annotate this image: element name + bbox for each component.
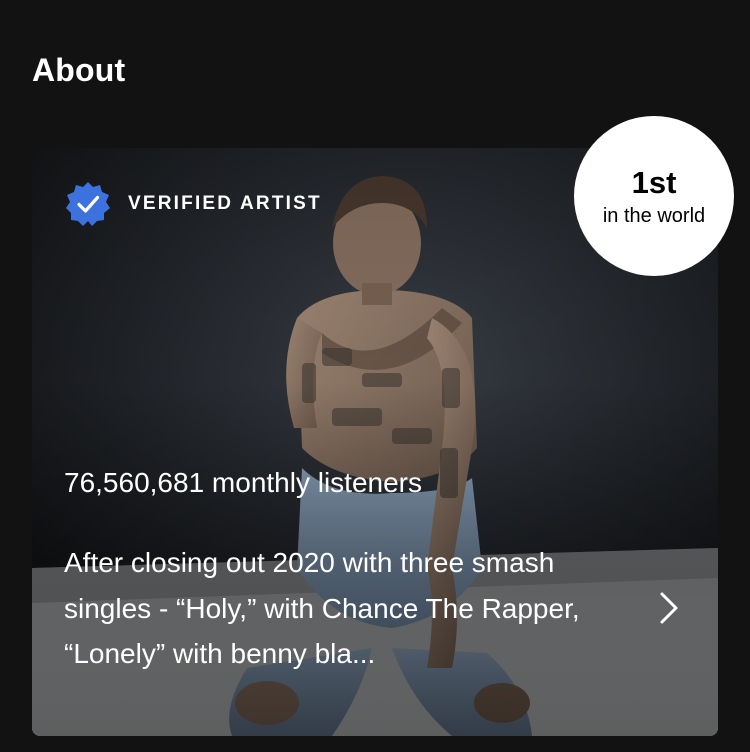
verified-artist-row: VERIFIED ARTIST: [64, 180, 322, 228]
verified-badge-icon: [66, 182, 110, 226]
monthly-listeners: 76,560,681 monthly listeners: [64, 467, 422, 498]
chevron-right-icon[interactable]: [656, 588, 684, 628]
verified-artist-label: VERIFIED ARTIST: [128, 193, 322, 214]
artist-bio-snippet: After closing out 2020 with three smash …: [64, 547, 580, 669]
world-rank-badge: 1st in the world: [574, 116, 734, 276]
world-rank-caption: in the world: [602, 205, 706, 227]
section-title: About: [32, 52, 126, 88]
world-rank-number: 1st: [631, 165, 677, 200]
